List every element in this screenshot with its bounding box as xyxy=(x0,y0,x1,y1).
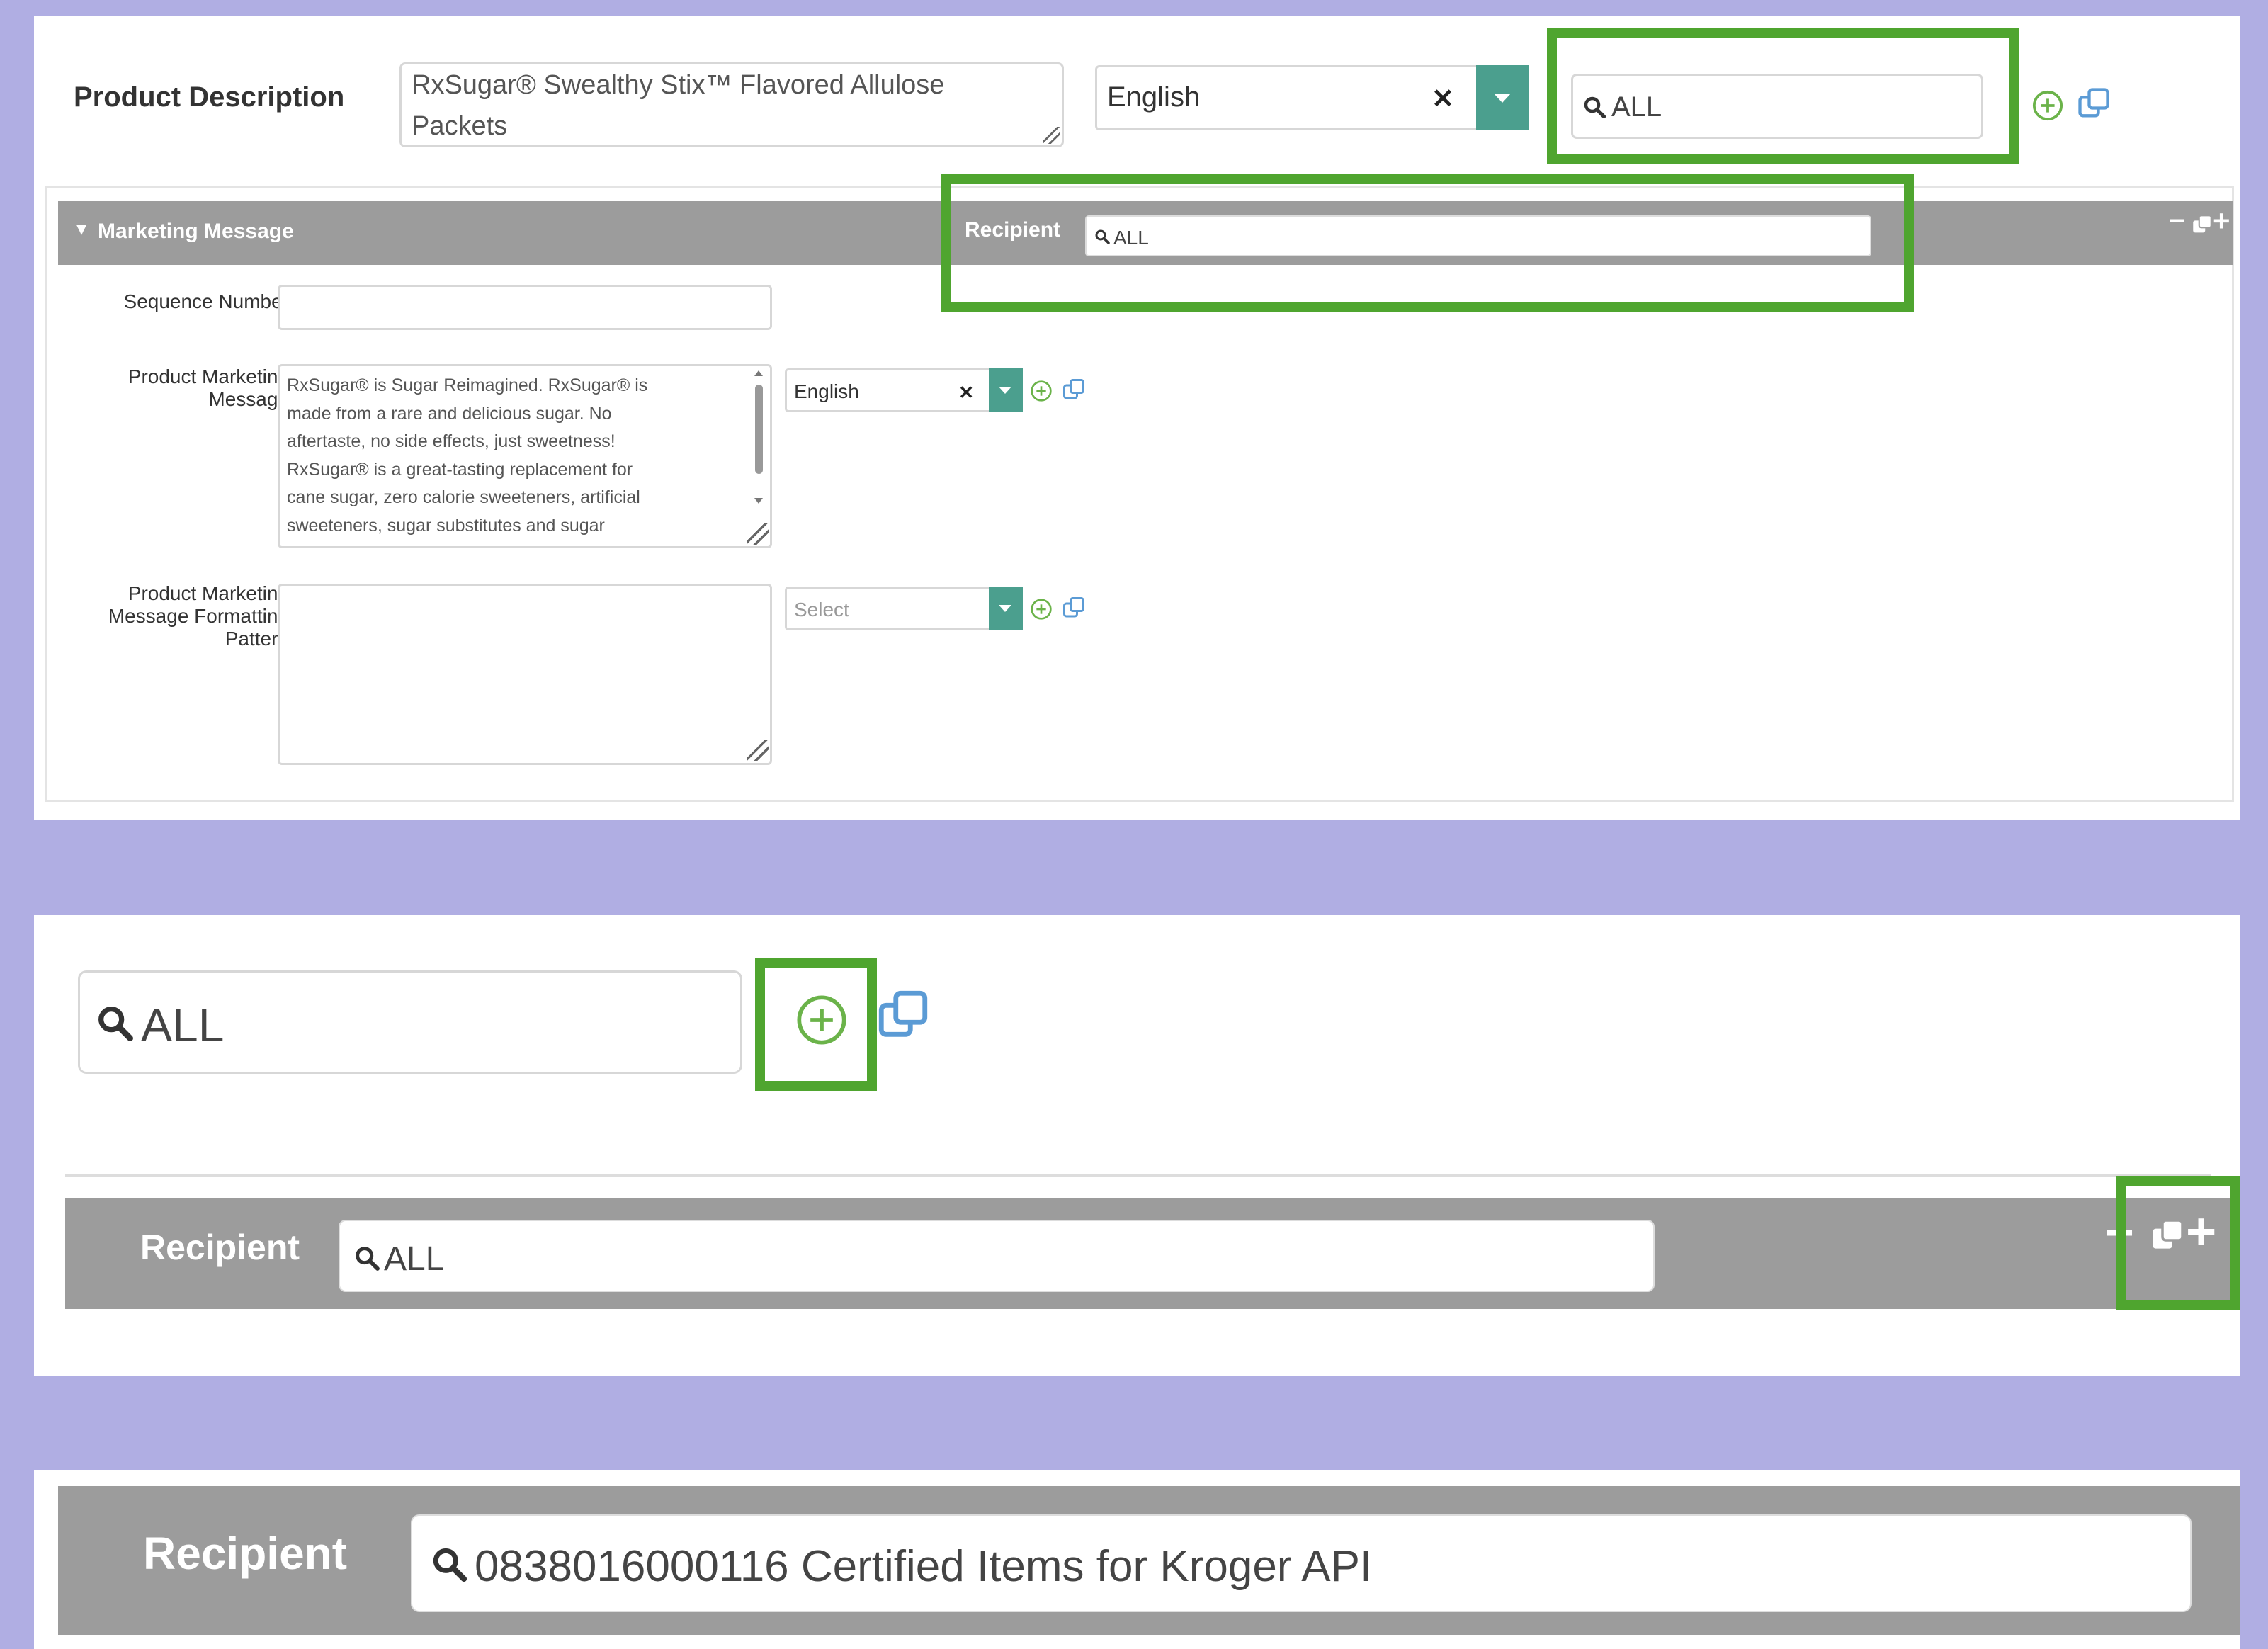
language-select-value: English xyxy=(1107,81,1201,113)
product-marketing-message-textarea[interactable]: RxSugar® is Sugar Reimagined. RxSugar® i… xyxy=(278,364,772,548)
label-line-3: Pattern xyxy=(225,628,289,650)
formatting-pattern-textarea[interactable] xyxy=(278,584,772,765)
chevron-down-icon xyxy=(1494,94,1511,103)
marketing-message-title[interactable]: Marketing Message xyxy=(98,220,294,244)
message-line: RxSugar® is Sugar Reimagined. RxSugar® i… xyxy=(287,375,648,395)
textarea-resize-handle[interactable] xyxy=(747,523,769,545)
divider xyxy=(65,1174,2211,1177)
product-description-line-2: Packets xyxy=(412,111,508,141)
product-description-line-1: RxSugar® Swealthy Stix™ Flavored Allulos… xyxy=(412,70,945,100)
language-clear-icon[interactable]: ✕ xyxy=(1431,83,1454,115)
recipient-header-bar: Recipient 0838016000116 Certified Items … xyxy=(58,1486,2240,1635)
copy-icon[interactable] xyxy=(1061,377,1087,402)
recipient-search-input[interactable]: ALL xyxy=(339,1220,1655,1292)
duplicate-section-icon[interactable] xyxy=(2148,1216,2187,1255)
label-line-2: Message xyxy=(208,388,289,411)
message-language-select[interactable]: English ✕ xyxy=(785,368,1023,412)
textarea-scrollbar[interactable] xyxy=(752,370,766,519)
search-value: ALL xyxy=(141,999,225,1051)
label-line-1: Product Marketing xyxy=(127,366,289,387)
message-line: sweeteners, sugar substitutes and sugar xyxy=(287,515,605,536)
recipient-search-value: 0838016000116 Certified Items for Kroger… xyxy=(475,1542,1373,1591)
recipient-label: Recipient xyxy=(140,1228,300,1267)
search-icon xyxy=(356,1247,380,1271)
scrollbar-thumb[interactable] xyxy=(755,385,763,474)
textarea-resize-handle[interactable] xyxy=(747,740,769,761)
recipient-label: Recipient xyxy=(143,1528,348,1579)
add-section-icon[interactable]: + xyxy=(2186,1201,2216,1262)
message-language-dropdown-button[interactable] xyxy=(989,368,1023,412)
add-icon[interactable] xyxy=(1030,598,1053,620)
chevron-down-icon xyxy=(999,605,1011,612)
recipient-label: Recipient xyxy=(965,218,1061,242)
panel-product-description-form: Product Description RxSugar® Swealthy St… xyxy=(34,16,2240,820)
message-line: alternatives. xyxy=(287,540,726,546)
message-line: RxSugar® is a great-tasting replacement … xyxy=(287,459,633,480)
panel-recipient-add: ALL Recipient ALL − + xyxy=(34,915,2240,1376)
target-market-search-value: ALL xyxy=(1611,91,1662,123)
label-line-2: Message Formatting xyxy=(108,605,289,628)
target-market-search-input[interactable]: ALL xyxy=(1571,74,1983,139)
search-icon xyxy=(433,1548,467,1582)
duplicate-section-icon[interactable] xyxy=(2190,212,2214,237)
product-description-textarea[interactable]: RxSugar® Swealthy Stix™ Flavored Allulos… xyxy=(399,62,1064,147)
product-description-label: Product Description xyxy=(74,81,345,113)
product-marketing-message-label: Product Marketing Message xyxy=(62,366,289,411)
add-icon[interactable] xyxy=(1030,380,1053,402)
remove-section-icon[interactable]: − xyxy=(2169,205,2185,237)
sequence-number-label: Sequence Number xyxy=(123,290,289,312)
search-icon xyxy=(1095,230,1110,244)
formatting-pattern-label: Product Marketing Message Formatting Pat… xyxy=(55,582,289,651)
remove-section-icon[interactable]: − xyxy=(2105,1204,2134,1261)
recipient-search-value: ALL xyxy=(384,1240,445,1278)
search-icon xyxy=(98,1007,133,1041)
language-dropdown-button[interactable] xyxy=(1476,65,1529,130)
product-description-language-select[interactable]: English ✕ xyxy=(1095,65,1529,130)
formatting-pattern-dropdown-button[interactable] xyxy=(989,586,1023,630)
copy-icon[interactable] xyxy=(2075,85,2112,122)
add-section-icon[interactable]: + xyxy=(2213,204,2230,238)
recipient-search-value: ALL xyxy=(1113,227,1149,249)
add-icon[interactable] xyxy=(795,993,849,1047)
copy-icon[interactable] xyxy=(874,986,932,1044)
recipient-header-bar: Recipient ALL − + xyxy=(65,1198,2240,1309)
copy-icon[interactable] xyxy=(1061,595,1087,620)
formatting-pattern-placeholder: Select xyxy=(794,599,849,620)
message-text: RxSugar® is Sugar Reimagined. RxSugar® i… xyxy=(287,372,726,546)
label-line-1: Product Marketing xyxy=(127,582,289,604)
message-language-value: English xyxy=(794,380,859,402)
message-language-clear-icon[interactable]: ✕ xyxy=(958,382,974,404)
message-line: made from a rare and delicious sugar. No xyxy=(287,403,612,424)
textarea-resize-handle[interactable] xyxy=(1043,127,1060,144)
chevron-down-icon xyxy=(999,387,1011,394)
add-icon[interactable] xyxy=(2031,89,2064,122)
message-line: cane sugar, zero calorie sweeteners, art… xyxy=(287,487,640,507)
search-icon xyxy=(1584,96,1606,119)
message-line: aftertaste, no side effects, just sweetn… xyxy=(287,431,616,451)
collapse-icon[interactable]: ▾ xyxy=(76,217,86,240)
panel-recipient-selected: Recipient 0838016000116 Certified Items … xyxy=(34,1470,2240,1649)
formatting-pattern-select[interactable]: Select xyxy=(785,586,1023,630)
marketing-message-header: ▾ Marketing Message Recipient ALL − + xyxy=(58,201,2233,265)
sequence-number-input[interactable] xyxy=(278,285,772,330)
search-input[interactable]: ALL xyxy=(78,970,742,1074)
recipient-search-input[interactable]: ALL xyxy=(1085,215,1871,256)
recipient-search-input[interactable]: 0838016000116 Certified Items for Kroger… xyxy=(411,1514,2192,1612)
